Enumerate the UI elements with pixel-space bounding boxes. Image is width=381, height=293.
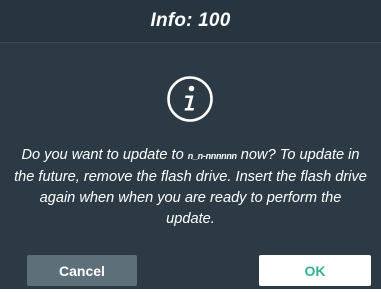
dialog-title-bar: Info: 100 (0, 0, 381, 43)
ok-button[interactable]: OK (259, 255, 371, 286)
cancel-button[interactable]: Cancel (27, 255, 137, 286)
dialog-message: Do you want to update to n_n-nnnnnn now?… (14, 145, 367, 230)
update-dialog: Info: 100 Do you want to update to n_n-n… (0, 0, 381, 289)
message-text-before: Do you want to update to (21, 147, 188, 163)
info-icon (167, 76, 213, 122)
dialog-title: Info: 100 (150, 10, 231, 31)
version-number: n_n-nnnnnn (187, 151, 237, 161)
